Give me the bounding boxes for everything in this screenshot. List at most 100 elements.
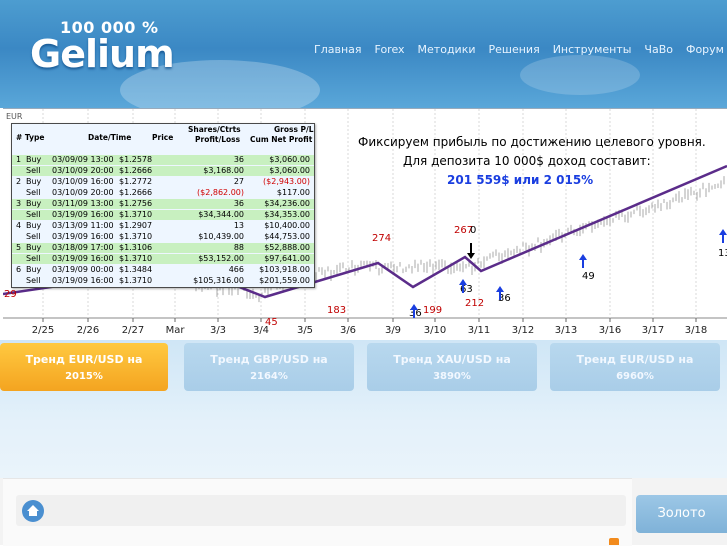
col-header-shares: Shares/Ctrts — [188, 125, 241, 134]
trade-cell-num: 2 — [16, 177, 22, 186]
trade-cell-qty: 27 — [233, 177, 244, 186]
trade-cell-price: $1.2772 — [119, 177, 153, 186]
trade-cell-price: $1.2578 — [119, 155, 153, 164]
trade-row: 6 Buy 03/19/09 00:00 $1.3484 466 $103,918.00 — [12, 265, 314, 275]
trade-row: 2 Buy 03/10/09 16:00 $1.2772 27 ($2,943.00) — [12, 177, 314, 187]
trade-cell-type: Sell — [26, 254, 41, 263]
trade-cell-type: Buy — [26, 265, 42, 274]
trade-cell-num: 4 — [16, 221, 22, 230]
nav-item-faq[interactable]: ЧаВо — [644, 43, 673, 56]
trade-cell-price: $1.2907 — [119, 221, 153, 230]
trade-cell-type: Sell — [26, 210, 41, 219]
point-label: 212 — [465, 298, 484, 309]
gold-button[interactable]: Золото — [636, 495, 727, 533]
trading-chart: EUR 2/25 2/26 2/27 Mar 3/3 3/4 3/5 3/6 3/9 3/10 3/… — [3, 108, 727, 341]
col-header-price: Price — [152, 133, 174, 142]
x-axis-label: 2/25 — [32, 325, 54, 336]
trade-cell-pl: ($2,862.00) — [197, 188, 244, 197]
x-axis-label: 3/6 — [340, 325, 356, 336]
chart-symbol: EUR — [6, 112, 23, 121]
point-label: 29 — [4, 289, 17, 300]
message-line-2: Для депозита 10 000$ доход составит: — [403, 154, 651, 168]
trade-cell-type: Sell — [26, 276, 41, 285]
trade-cell-qty: 36 — [233, 199, 244, 208]
trade-cell-cum: $10,400.00 — [264, 221, 310, 230]
trade-cell-price: $1.2756 — [119, 199, 153, 208]
trade-cell-num: 5 — [16, 243, 22, 252]
trade-cell-date: 03/19/09 16:00 — [52, 276, 114, 285]
trade-cell-pl: $53,152.00 — [198, 254, 244, 263]
trade-table: # Type Date/Time Price Shares/Ctrts Prof… — [11, 123, 315, 288]
trade-cell-type: Buy — [26, 155, 42, 164]
buy-arrows — [410, 229, 727, 318]
site-header: 100 000 % Gelium Главная Forex Методики … — [0, 0, 727, 108]
col-header-profit: Profit/Loss — [195, 135, 241, 144]
nav-item-forum[interactable]: Форум — [686, 43, 724, 56]
trade-cell-date: 03/10/09 20:00 — [52, 188, 114, 197]
trade-cell-num: 1 — [16, 155, 22, 164]
trend-tab-value: 2015% — [65, 371, 103, 382]
trend-tab-eurusd[interactable]: Тренд EUR/USD на 2015% — [0, 343, 168, 391]
trade-row: Sell 03/19/09 16:00 $1.3710 $105,316.00 $201… — [12, 276, 314, 286]
nav-item-solutions[interactable]: Решения — [489, 43, 540, 56]
trade-cell-type: Sell — [26, 166, 41, 175]
trade-row: Sell 03/10/09 20:00 $1.2666 ($2,862.00) $117… — [12, 188, 314, 198]
trade-cell-cum: $117.00 — [276, 188, 310, 197]
trade-cell-date: 03/19/09 16:00 — [52, 254, 114, 263]
trade-cell-price: $1.3710 — [119, 210, 153, 219]
trade-cell-cum: $34,353.00 — [264, 210, 310, 219]
point-label: 49 — [582, 271, 595, 282]
buy-arrow-icon — [579, 254, 587, 268]
x-axis-label: 3/12 — [512, 325, 534, 336]
x-axis-label: 3/11 — [468, 325, 490, 336]
trade-row: 1 Buy 03/09/09 13:00 $1.2578 36 $3,060.00 — [12, 155, 314, 165]
trade-cell-date: 03/19/09 16:00 — [52, 232, 114, 241]
trade-cell-date: 03/10/09 16:00 — [52, 177, 114, 186]
message-line-3: 201 559$ или 2 015% — [447, 173, 594, 187]
home-icon[interactable] — [22, 500, 44, 522]
x-axis-label: Mar — [166, 325, 186, 336]
trade-cell-qty: 466 — [228, 265, 244, 274]
nav-item-home[interactable]: Главная — [314, 43, 362, 56]
trade-cell-cum: $34,236.00 — [264, 199, 310, 208]
trade-cell-date: 03/19/09 16:00 — [52, 210, 114, 219]
trade-cell-pl: $105,316.00 — [193, 276, 244, 285]
trade-cell-date: 03/18/09 17:00 — [52, 243, 114, 252]
trend-tab-title: Тренд EUR/USD на — [576, 353, 694, 366]
rss-icon[interactable] — [609, 538, 619, 545]
trade-row: 3 Buy 03/11/09 13:00 $1.2756 36 $34,236.00 — [12, 199, 314, 209]
trade-cell-date: 03/11/09 13:00 — [52, 199, 114, 208]
x-axis-label: 3/18 — [685, 325, 707, 336]
trade-cell-price: $1.3710 — [119, 232, 153, 241]
trend-tab-eurusd-2[interactable]: Тренд EUR/USD на 6960% — [550, 343, 720, 391]
point-label: 45 — [265, 317, 278, 328]
trade-cell-cum: $201,559.00 — [259, 276, 310, 285]
message-line-1: Фиксируем прибыль по достижению целевого… — [358, 135, 706, 149]
x-axis-label: 3/5 — [297, 325, 313, 336]
trend-tab-xauusd[interactable]: Тренд XAU/USD на 3890% — [367, 343, 537, 391]
trade-cell-pl: $10,439.00 — [198, 232, 244, 241]
trend-tab-title: Тренд EUR/USD на — [25, 353, 143, 366]
x-axis-label: 3/10 — [424, 325, 446, 336]
point-label: 63 — [460, 284, 473, 295]
trend-tab-title: Тренд GBP/USD на — [210, 353, 328, 366]
nav-item-forex[interactable]: Forex — [375, 43, 405, 56]
nav-item-tools[interactable]: Инструменты — [553, 43, 632, 56]
trade-cell-type: Buy — [26, 199, 42, 208]
trade-cell-price: $1.2666 — [119, 166, 153, 175]
x-axis-labels: 2/25 2/26 2/27 Mar 3/3 3/4 3/5 3/6 3/9 3/10 3/11 3/… — [32, 325, 707, 336]
trend-tab-gbpusd[interactable]: Тренд GBP/USD на 2164% — [184, 343, 354, 391]
buy-arrow-icon — [719, 229, 727, 243]
trade-row: 5 Buy 03/18/09 17:00 $1.3106 88 $52,888.00 — [12, 243, 314, 253]
trade-cell-date: 03/19/09 00:00 — [52, 265, 114, 274]
trade-row: Sell 03/19/09 16:00 $1.3710 $53,152.00 $97,6… — [12, 254, 314, 264]
nav-item-methods[interactable]: Методики — [418, 43, 476, 56]
point-label: 274 — [372, 233, 391, 244]
col-header-type: # Type — [16, 133, 45, 142]
trade-cell-price: $1.2666 — [119, 188, 153, 197]
site-logo[interactable]: Gelium — [30, 32, 175, 76]
trade-cell-type: Sell — [26, 188, 41, 197]
x-axis-label: 3/17 — [642, 325, 664, 336]
header-glow — [520, 55, 640, 95]
trade-cell-cum: $3,060.00 — [269, 155, 310, 164]
